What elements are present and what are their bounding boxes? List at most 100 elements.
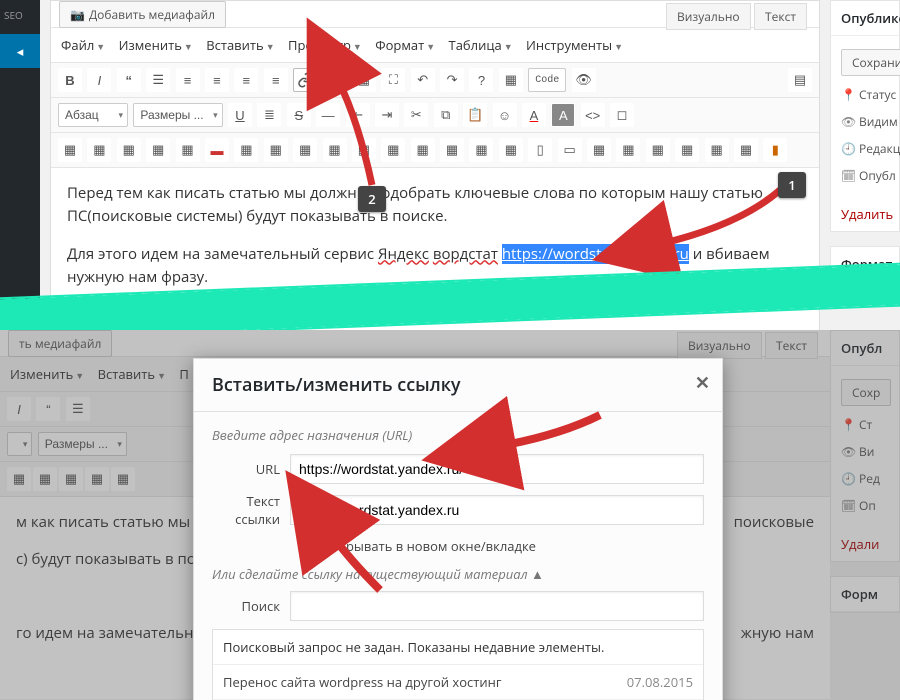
link-button[interactable] [293,68,317,92]
modal-hint: Введите адрес назначения (URL) [212,426,704,444]
revisions-icon: 🕘 [841,140,855,157]
menu-insert[interactable]: Вставить▼ [204,34,276,56]
insert-table-icon[interactable]: ▦ [352,68,376,92]
save-draft-button[interactable]: Сохрани [841,49,900,76]
t3-20[interactable]: ▦ [616,138,640,162]
t3-18[interactable]: ▭ [558,138,582,162]
align-left-button[interactable]: ≡ [205,68,229,92]
t3-10[interactable]: ▦ [323,138,347,162]
camera-icon: 📷 [70,6,85,23]
publish-box: Опублико Сохрани 📍Статус 👁Видим 🕘Редакц … [830,0,900,232]
t3-21[interactable]: ▦ [646,138,670,162]
status-row: 📍Статус [841,81,889,108]
tab-text[interactable]: Текст [754,3,807,30]
seo-label: SEO [4,8,23,22]
search-label: Поиск [212,597,290,615]
t3-14[interactable]: ▦ [440,138,464,162]
menu-file[interactable]: Файл▼ [59,34,107,56]
fontsize-select[interactable]: Размеры ... [133,103,222,127]
table-button[interactable]: ▦ [499,68,523,92]
blockquote-button[interactable]: “ [117,68,141,92]
admin-menu-active[interactable]: ◂ [0,34,40,68]
menu-view[interactable]: Просмотр▼ [286,34,364,56]
open-new-tab-label: Открывать в новом окне/вкладке [323,537,536,555]
bookmark-icon[interactable]: ◻ [610,103,634,127]
calendar-icon: 🗓 [841,167,855,184]
format-select[interactable]: Абзац [58,103,128,127]
t3-24[interactable]: ▦ [734,138,758,162]
toolbar-row-2: Абзац Размеры ... U ≣ S — ⇤ ⇥ ✂ ⧉ 📋 ☺ A … [51,98,819,133]
italic-button[interactable]: I [87,68,111,92]
undo-button[interactable]: ↶ [411,68,435,92]
move-to-trash[interactable]: Удалить [831,197,900,231]
pin-icon: 📍 [841,86,855,103]
publish-heading: Опублико [831,1,899,36]
t3-7[interactable]: ▦ [234,138,258,162]
add-media-button[interactable]: 📷Добавить медиафайл [59,1,226,28]
toolbar-row-3: ▦ ▦ ▦ ▦ ▦ ▬ ▦ ▦ ▦ ▦ ▦ ▦ ▦ ▦ ▦ ▦ ▯ ▭ ▦ ▦ [51,133,819,168]
or-existing-hint[interactable]: Или сделайте ссылку на существующий мате… [212,565,704,583]
hr-button[interactable]: — [316,103,340,127]
paste-icon[interactable]: 📋 [463,103,487,127]
url-input[interactable] [290,454,704,484]
unlink-button[interactable] [323,68,347,92]
t3-9[interactable]: ▦ [293,138,317,162]
emoji-button[interactable]: ☺ [493,103,517,127]
t3-15[interactable]: ▦ [469,138,493,162]
underline-button[interactable]: U [228,103,252,127]
numbered-list-button[interactable]: ≡ [176,68,200,92]
t3-4[interactable]: ▦ [146,138,170,162]
align-center-button[interactable]: ≡ [234,68,258,92]
visibility-row: 👁Видим [841,108,889,135]
t3-17[interactable]: ▯ [528,138,552,162]
kitchensink-toggle[interactable]: ▤ [788,68,812,92]
publish-row: 🗓Опубл [841,162,889,189]
cut-icon[interactable]: ✂ [404,103,428,127]
t3-19[interactable]: ▦ [587,138,611,162]
t3-13[interactable]: ▦ [411,138,435,162]
t3-2[interactable]: ▦ [87,138,111,162]
menu-tools[interactable]: Инструменты▼ [524,34,625,56]
close-icon[interactable]: ✕ [695,371,710,395]
recent-item[interactable]: Перенос сайта wordpress на другой хостин… [213,665,703,700]
fullscreen-icon[interactable]: ⛶ [381,68,405,92]
bullet-list-button[interactable]: ☰ [146,68,170,92]
search-input[interactable] [290,591,704,621]
redo-button[interactable]: ↷ [440,68,464,92]
bgcolor-button[interactable]: A [551,103,575,127]
menu-table[interactable]: Таблица▼ [447,34,515,56]
preview-icon[interactable]: 👁 [572,68,596,92]
t3-3[interactable]: ▦ [117,138,141,162]
help-button[interactable]: ? [469,68,493,92]
copy-icon[interactable]: ⧉ [434,103,458,127]
t3-22[interactable]: ▦ [675,138,699,162]
align-right-button[interactable]: ≡ [264,68,288,92]
t3-1[interactable]: ▦ [58,138,82,162]
bold-button[interactable]: B [58,68,82,92]
menu-format[interactable]: Формат▼ [373,34,437,56]
outdent-button[interactable]: ⇤ [346,103,370,127]
annotation-label-2: 2 [358,186,386,212]
source-button[interactable]: <> [581,103,605,127]
admin-menu-collapsed: SEO ◂ [0,0,40,330]
link-text-label: Текст ссылки [212,492,290,528]
justify-button[interactable]: ≣ [257,103,281,127]
t3-12[interactable]: ▦ [381,138,405,162]
t3-25[interactable]: ▮ [763,138,787,162]
menu-edit[interactable]: Изменить▼ [117,34,195,56]
strike-button[interactable]: S [287,103,311,127]
no-query-message: Поисковый запрос не задан. Показаны неда… [213,630,703,665]
indent-button[interactable]: ⇥ [375,103,399,127]
t3-11[interactable]: ▦ [352,138,376,162]
open-new-tab-checkbox[interactable] [304,539,317,552]
code-button[interactable]: Code [528,68,566,92]
insert-link-modal: Вставить/изменить ссылку ✕ Введите адрес… [193,358,723,700]
t3-6[interactable]: ▬ [205,138,229,162]
t3-16[interactable]: ▦ [499,138,523,162]
tab-visual[interactable]: Визуально [666,3,751,30]
t3-5[interactable]: ▦ [176,138,200,162]
t3-23[interactable]: ▦ [705,138,729,162]
t3-8[interactable]: ▦ [264,138,288,162]
link-text-input[interactable] [290,495,704,525]
textcolor-button[interactable]: A [522,103,546,127]
